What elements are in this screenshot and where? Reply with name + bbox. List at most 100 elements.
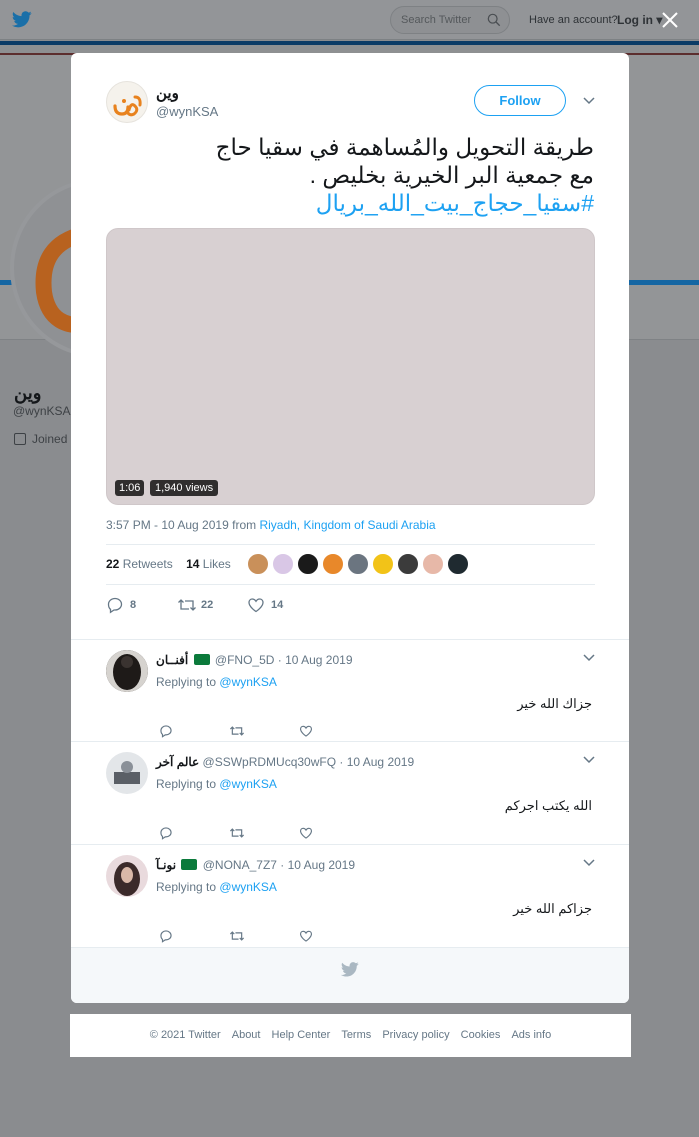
replying-to: Replying to @wynKSA [156,880,277,894]
top-nav-bar: Search Twitter Have an account? Log in ▾ [0,0,699,40]
video-player[interactable]: 1:06 1,940 views [106,228,595,505]
likes-stat[interactable]: 14 Likes [186,557,231,571]
author-name[interactable]: وين [156,84,179,102]
reply-icon[interactable] [159,826,173,840]
saudi-flag-icon [193,654,210,665]
video-duration: 1:06 [115,480,145,496]
retweet-icon[interactable] [229,929,245,943]
reply-icon[interactable] [159,929,173,943]
reply-avatar[interactable] [106,650,148,692]
profile-handle: @wynKSA [13,404,71,418]
reply-item[interactable]: نونـآ @NONA_7Z7 · 10 Aug 2019 Replying t… [71,845,629,948]
reply-text: جزاك الله خير [517,696,592,711]
footer-terms-link[interactable]: Terms [341,1029,371,1041]
calendar-icon [14,433,26,445]
reply-author-handle[interactable]: @SSWpRDMUcq30wFQ [203,755,337,769]
liker-avatar[interactable] [322,553,344,575]
liker-avatar[interactable] [347,553,369,575]
profile-joined-label: Joined [32,432,68,446]
likes-label: Likes [202,557,231,571]
search-placeholder: Search Twitter [401,14,472,26]
reply-author-name[interactable]: عالم آخر [156,755,199,769]
search-icon[interactable] [487,13,501,27]
follow-button[interactable]: Follow [474,85,566,116]
like-count: 14 [271,599,284,611]
chevron-down-icon[interactable] [583,756,595,764]
retweet-icon [178,599,196,611]
chevron-down-icon[interactable] [583,654,595,662]
video-views: 1,940 views [150,480,219,496]
replying-label: Replying to [156,675,217,689]
reply-author-name[interactable]: أفنــان [156,653,188,667]
tweet-location-link[interactable]: Riyadh, Kingdom of Saudi Arabia [259,518,435,532]
footer-copyright: © 2021 Twitter [149,1029,221,1041]
close-icon[interactable] [660,10,680,30]
replying-to-link[interactable]: @wynKSA [219,675,277,689]
replying-label: Replying to [156,777,217,791]
tweet-text-line: طريقة التحويل والمُساهمة في سقيا حاج [215,134,594,160]
tweet-text: طريقة التحويل والمُساهمة في سقيا حاج مع … [106,133,594,217]
reply-author-handle[interactable]: @NONA_7Z7 [203,858,277,872]
reply-date[interactable]: · 10 Aug 2019 [280,858,355,872]
reply-item[interactable]: عالم آخر @SSWpRDMUcq30wFQ · 10 Aug 2019 … [71,742,629,845]
reply-icon[interactable] [159,724,173,738]
footer-privacy-link[interactable]: Privacy policy [382,1029,449,1041]
modal-footer [71,948,629,1003]
liker-avatar[interactable] [272,553,294,575]
tweet-stats: 22 Retweets 14 Likes [106,557,231,571]
avatar-image [106,855,148,897]
footer-help-link[interactable]: Help Center [272,1029,331,1041]
profile-joined: Joined [14,432,67,446]
replying-to-link[interactable]: @wynKSA [219,880,277,894]
tweet-timestamp[interactable]: 3:57 PM - 10 Aug 2019 [106,518,229,532]
like-icon[interactable] [299,826,313,840]
site-footer: © 2021 Twitter About Help Center Terms P… [70,1014,631,1057]
retweet-icon[interactable] [229,724,245,738]
search-input[interactable]: Search Twitter [390,6,510,34]
login-link[interactable]: Log in ▾ [617,13,662,27]
login-label: Log in [617,13,653,27]
footer-cookies-link[interactable]: Cookies [461,1029,501,1041]
reply-author-handle[interactable]: @FNO_5D [215,653,275,667]
author-avatar[interactable] [106,81,148,123]
footer-about-link[interactable]: About [232,1029,261,1041]
reply-author-name[interactable]: نونـآ [156,858,176,872]
reply-item[interactable]: أفنــان @FNO_5D · 10 Aug 2019 Replying t… [71,639,629,742]
retweets-label: Retweets [122,557,173,571]
like-icon[interactable] [299,929,313,943]
liker-avatar[interactable] [422,553,444,575]
reply-header: أفنــان @FNO_5D · 10 Aug 2019 [156,653,353,667]
brand-logo-icon [113,95,142,117]
replying-to-link[interactable]: @wynKSA [219,777,277,791]
liker-avatar[interactable] [372,553,394,575]
hashtag-link[interactable]: #سقيا_حجاج_بيت_الله_بريال [106,189,594,217]
reply-date[interactable]: · 10 Aug 2019 [339,755,414,769]
retweet-icon[interactable] [229,826,245,840]
chevron-down-icon[interactable] [583,97,595,105]
twitter-bird-icon[interactable] [12,11,32,28]
tweet-modal: وين @wynKSA Follow طريقة التحويل والمُسا… [71,53,629,1003]
reply-avatar[interactable] [106,855,148,897]
chevron-down-icon[interactable] [583,859,595,867]
like-icon [248,598,264,613]
replying-to: Replying to @wynKSA [156,777,277,791]
have-account-text: Have an account? [529,14,618,26]
liker-avatar[interactable] [397,553,419,575]
tweet-text-line: مع جمعية البر الخيرية بخليص . [309,162,594,188]
reply-date[interactable]: · 10 Aug 2019 [278,653,353,667]
liker-avatar[interactable] [297,553,319,575]
tweet-meta: 3:57 PM - 10 Aug 2019 from Riyadh, Kingd… [106,518,436,532]
retweets-stat[interactable]: 22 Retweets [106,557,173,571]
reply-count: 8 [130,599,137,611]
footer-ads-link[interactable]: Ads info [511,1029,551,1041]
avatar-image [106,752,148,794]
reply-avatar[interactable] [106,752,148,794]
like-icon[interactable] [299,724,313,738]
liker-avatar[interactable] [447,553,469,575]
liker-avatar[interactable] [247,553,269,575]
retweets-count: 22 [106,557,120,571]
reply-text: جزاكم الله خير [513,901,592,916]
tweet-from-label: from [232,518,257,532]
author-handle[interactable]: @wynKSA [156,104,218,119]
divider [106,584,595,585]
